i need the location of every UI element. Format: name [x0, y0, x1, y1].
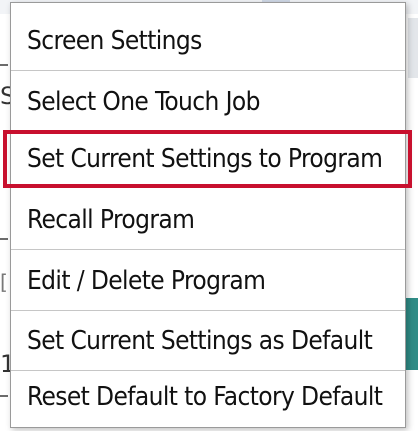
screen: S [ 1 Screen Settings Select One Touch J… — [0, 0, 418, 431]
background-button-fragment — [404, 298, 418, 370]
menu-item-recall-program[interactable]: Recall Program — [11, 190, 405, 250]
menu-item-set-current-settings-as-default[interactable]: Set Current Settings as Default — [11, 311, 405, 371]
menu-item-edit-delete-program[interactable]: Edit / Delete Program — [11, 251, 405, 311]
background-panel-fragment — [408, 18, 418, 78]
menu-item-reset-default-to-factory-default[interactable]: Reset Default to Factory Default — [11, 367, 405, 427]
menu-item-select-one-touch-job[interactable]: Select One Touch Job — [11, 72, 405, 132]
menu-item-screen-settings[interactable]: Screen Settings — [11, 11, 405, 71]
background-divider-fragment — [0, 238, 8, 240]
background-divider-fragment — [0, 64, 8, 66]
background-divider-fragment — [0, 395, 8, 397]
background-text-fragment: [ — [0, 270, 8, 294]
menu-item-set-current-settings-to-program[interactable]: Set Current Settings to Program — [3, 130, 412, 188]
dropdown-menu: Screen Settings Select One Touch Job Set… — [3, 2, 412, 428]
